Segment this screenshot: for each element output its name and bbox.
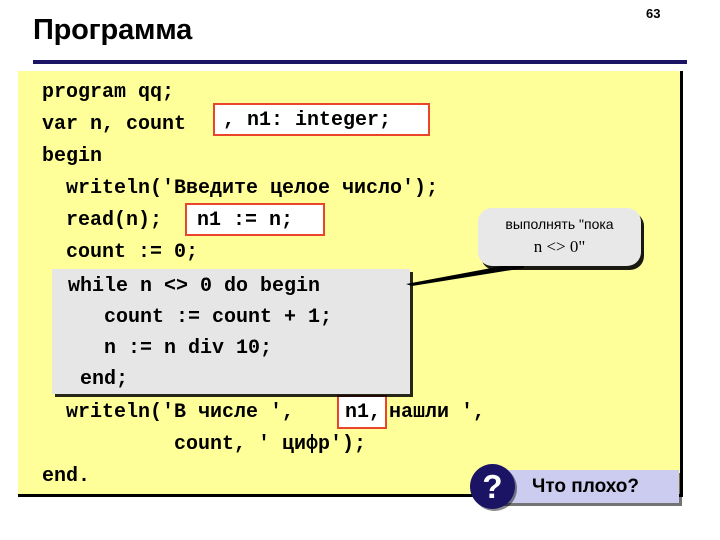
slide-number: 63 [646,6,661,21]
question-badge-label: Что плохо? [532,476,640,497]
code-line-writeln-prompt: writeln('Введите целое число'); [42,177,439,200]
code-line-end: end. [42,465,91,488]
while-line-4: end; [68,368,129,391]
code-line-count-init: count := 0; [42,241,199,264]
code-line-program: program qq; [42,81,175,104]
title-divider [33,60,687,64]
while-line-1: while n <> 0 do begin [68,275,321,298]
highlight-assign-n1: n1 := n; [185,203,325,236]
highlight-assign-n1-text: n1 := n; [197,209,294,232]
highlight-writeln-n1-text: n1, [345,401,382,424]
page-title: Программа [33,14,193,46]
code-line-writeln-result: writeln('В числе ', [42,401,295,424]
code-line-writeln-count: count, ' цифр'); [42,433,367,456]
highlight-var-decl-text: , n1: integer; [223,109,392,132]
while-loop-block: while n <> 0 do begin count := count + 1… [52,269,410,394]
highlight-writeln-n1: n1, [337,395,387,429]
highlight-var-decl: , n1: integer; [213,103,430,136]
callout-bubble: выполнять "пока n <> 0" [478,208,641,266]
code-line-var: var n, count [42,113,187,136]
question-mark-icon: ? [470,464,515,509]
callout-line-2: n <> 0" [533,237,586,256]
code-line-begin: begin [42,145,103,168]
callout-line-1: выполнять "пока [505,216,614,232]
while-line-3: n := n div 10; [68,337,273,360]
question-mark-glyph: ? [482,468,503,505]
while-line-2: count := count + 1; [68,306,333,329]
slide: 63 Программа program qq; var n, count , … [0,0,720,540]
code-line-read: read(n); [42,209,163,232]
